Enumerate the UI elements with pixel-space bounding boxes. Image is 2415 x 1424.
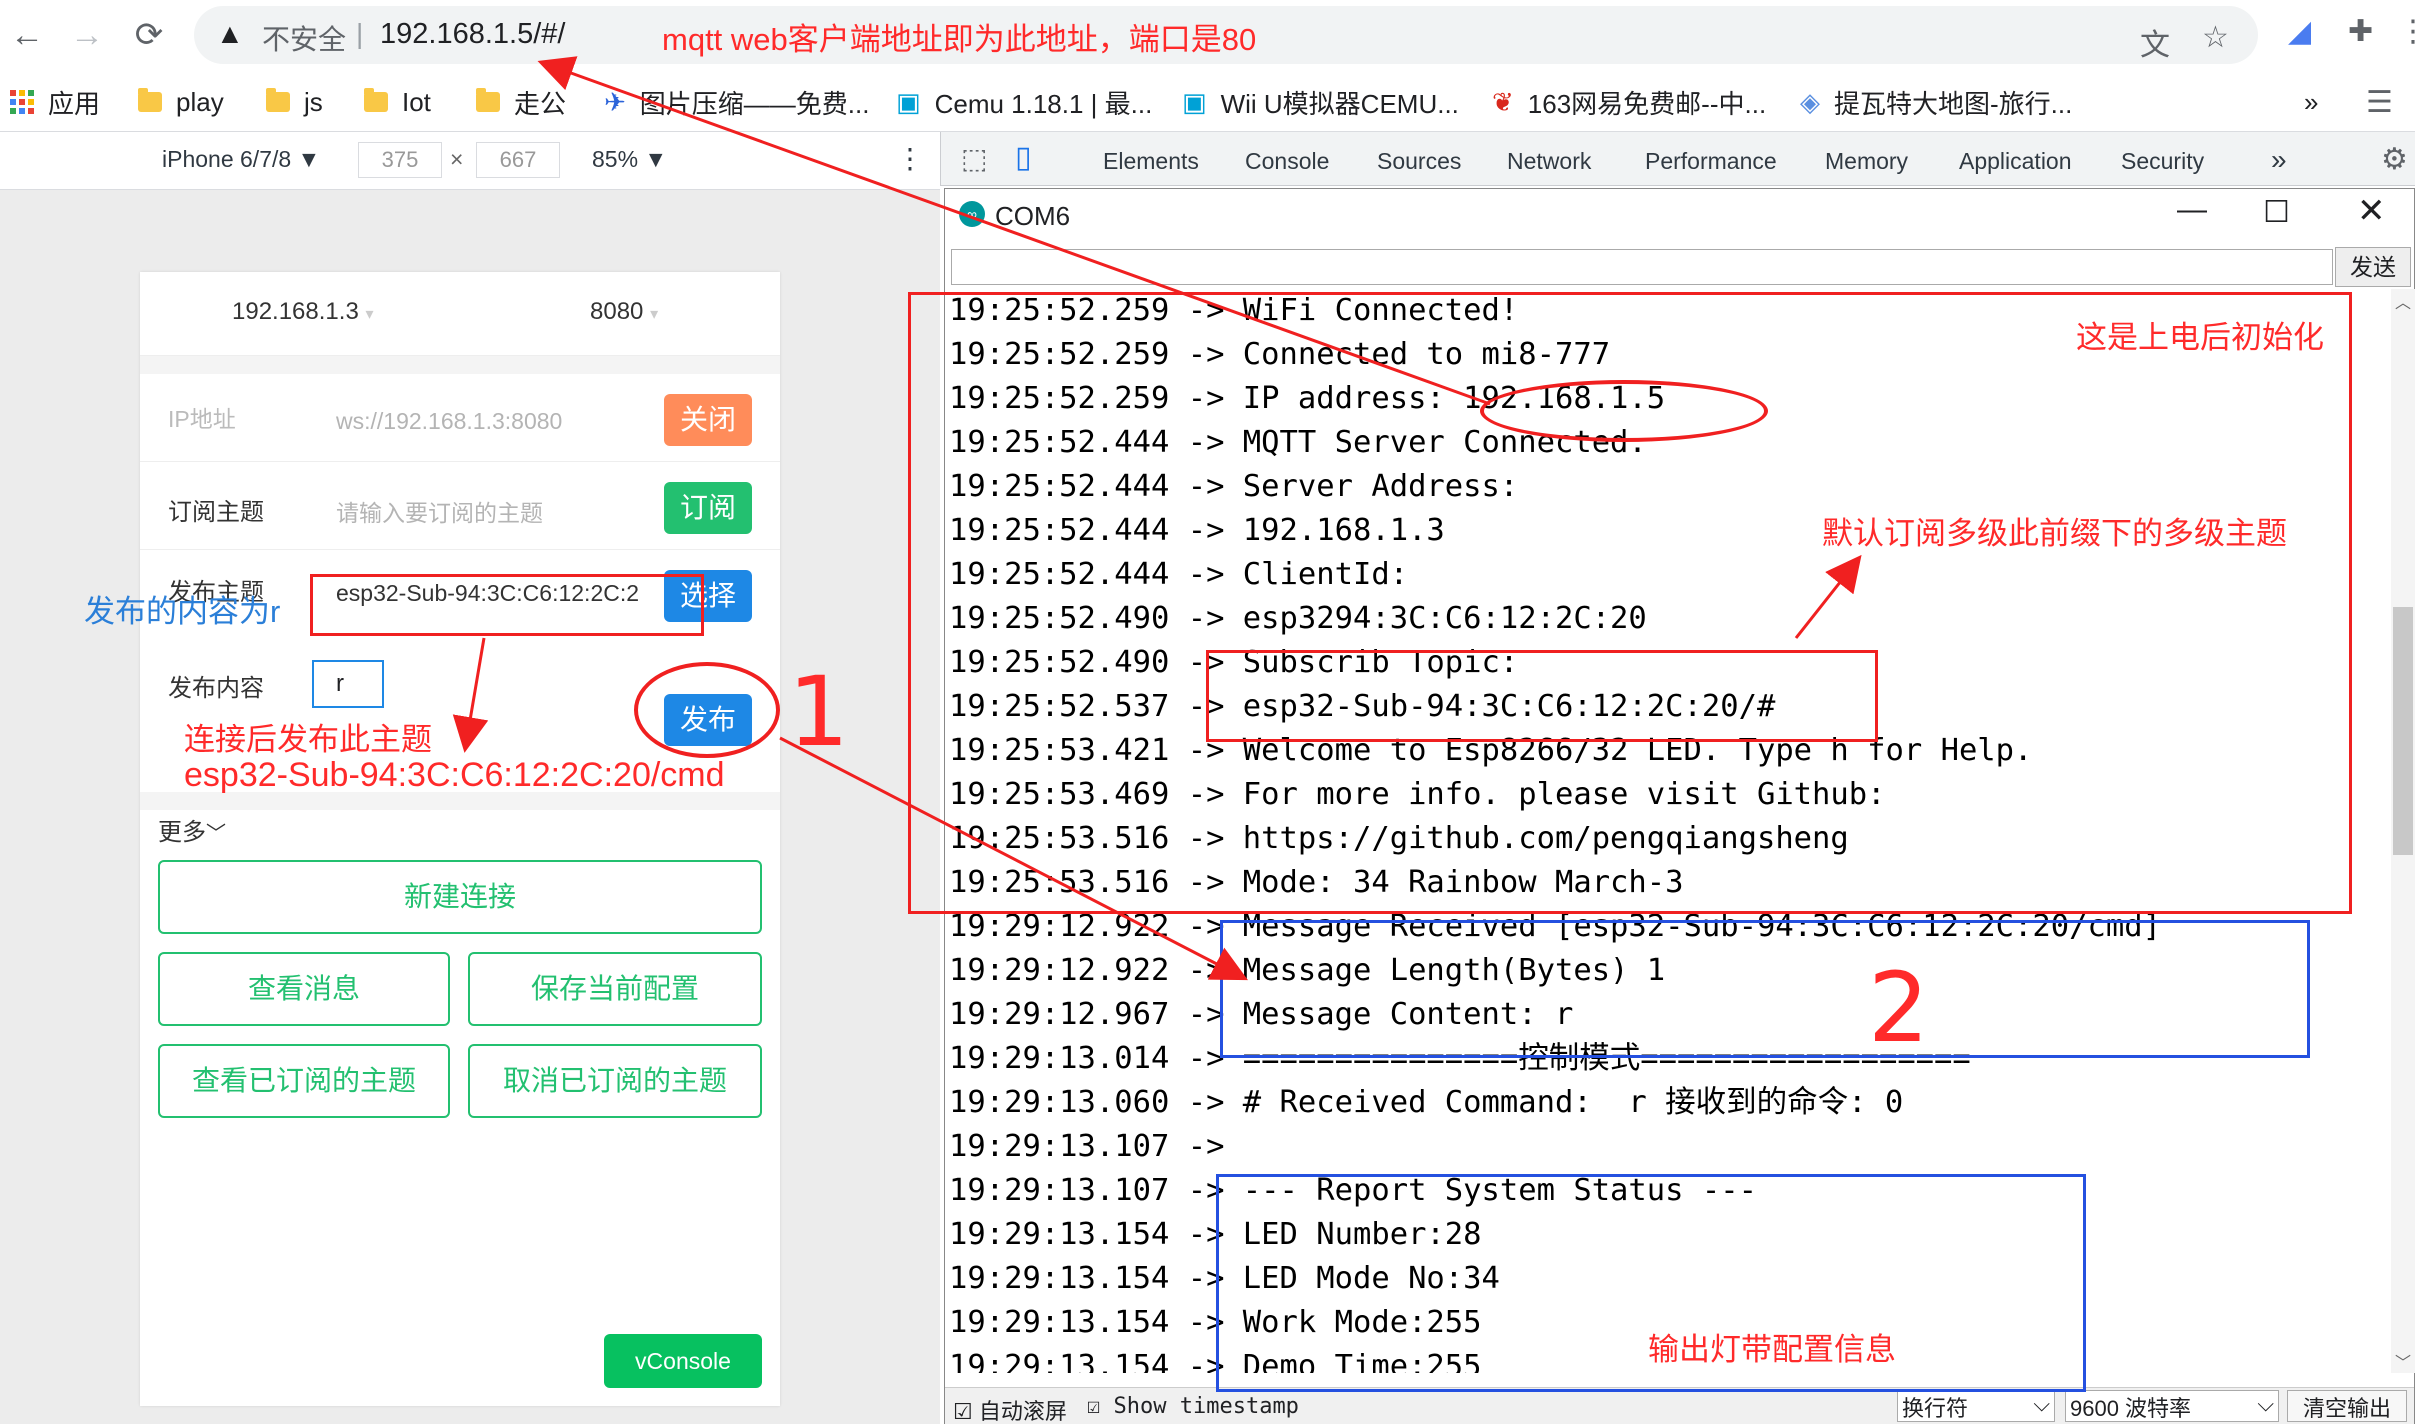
annotation-arrows	[452, 56, 1862, 981]
ip-to-url-arrow	[537, 56, 1491, 406]
topic-arrow	[452, 637, 489, 753]
subscribe-note-arrow	[1794, 554, 1862, 639]
publish-to-received-arrow	[779, 736, 1248, 981]
